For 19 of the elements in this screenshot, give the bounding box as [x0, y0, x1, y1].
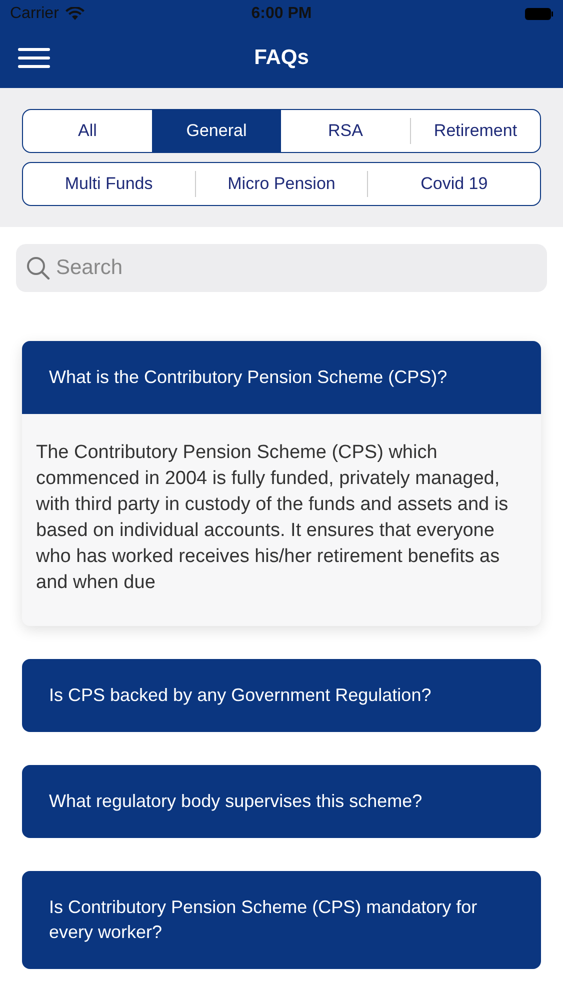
- search-field[interactable]: Search: [16, 244, 547, 292]
- carrier-name: Carrier: [10, 5, 59, 23]
- faq-question[interactable]: Is Contributory Pension Scheme (CPS) mandatory for every worker?: [22, 871, 541, 969]
- faq-question[interactable]: What regulatory body supervises this scheme?: [22, 765, 541, 838]
- page-title: FAQs: [254, 46, 309, 70]
- wifi-icon: [64, 7, 85, 21]
- status-time: 6:00 PM: [251, 5, 312, 23]
- faq-answer: The Contributory Pension Scheme (CPS) which commenced in 2004 is fully funded, privately managed, with third party in custody of the funds and assets and is based on individual accounts. It ensures that everyone who has worked receives his/her retirement benefits as and when due: [35, 441, 510, 595]
- category-tab[interactable]: Micro Pension: [196, 163, 368, 205]
- battery-icon: [525, 7, 553, 21]
- category-tab[interactable]: Multi Funds: [23, 163, 195, 205]
- category-tab[interactable]: Retirement: [411, 110, 540, 152]
- category-tab[interactable]: RSA: [281, 110, 410, 152]
- faq-question[interactable]: Is CPS backed by any Government Regulation?: [22, 659, 541, 732]
- category-tab[interactable]: General: [152, 110, 281, 152]
- menu-icon[interactable]: [18, 48, 50, 68]
- category-tab[interactable]: All: [23, 110, 152, 152]
- category-tab[interactable]: Covid 19: [368, 163, 540, 205]
- faq-question[interactable]: What is the Contributory Pension Scheme (CPS)?: [22, 341, 541, 414]
